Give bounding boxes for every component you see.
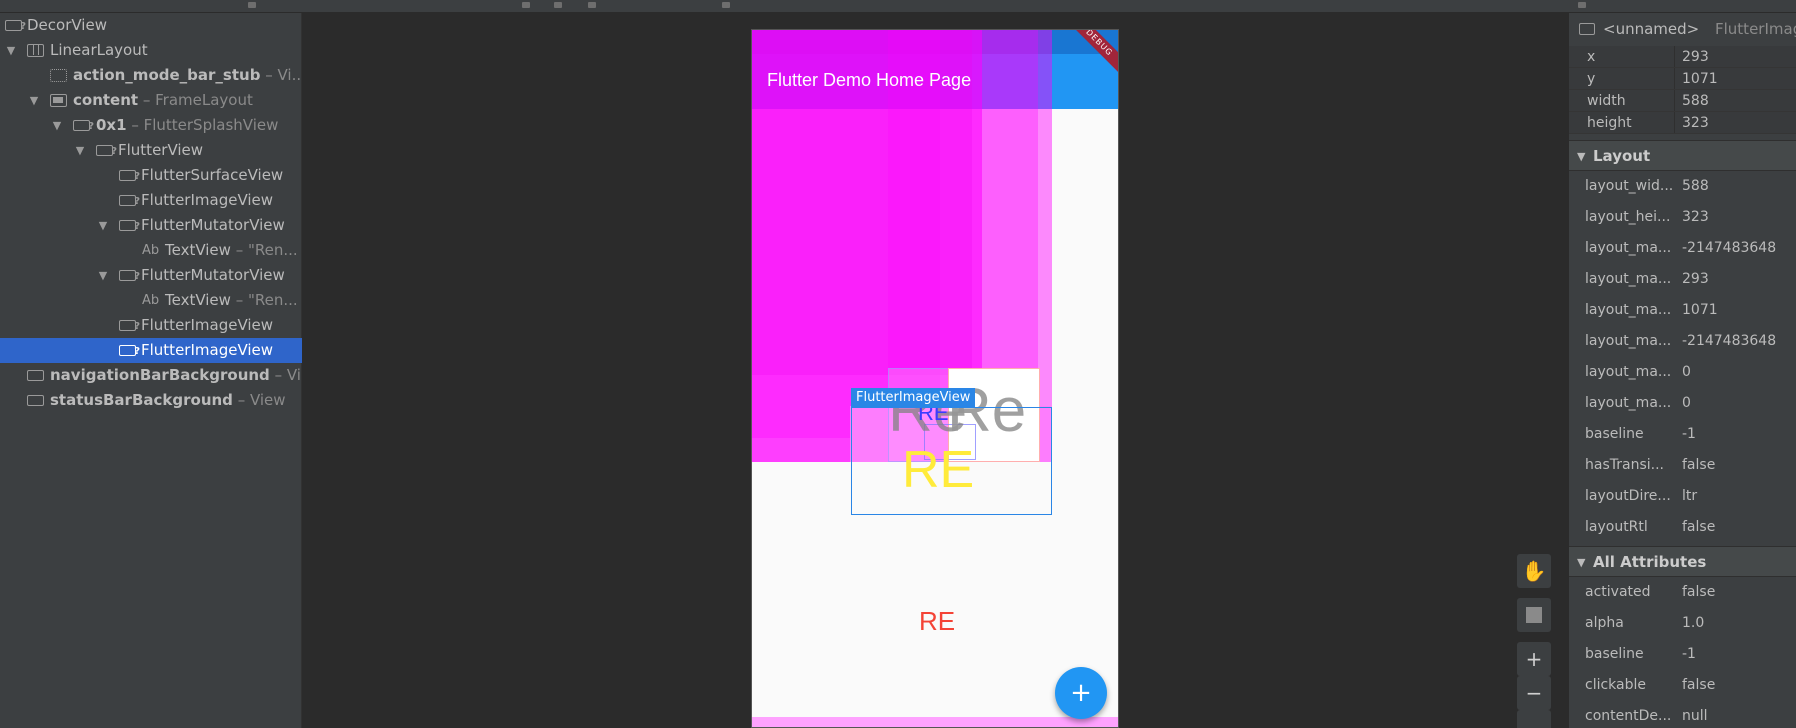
attr-row[interactable]: contentDe... null	[1569, 701, 1796, 728]
toolbar-icon[interactable]	[248, 2, 256, 8]
expand-arrow-icon[interactable]: ▼	[27, 88, 41, 113]
expand-arrow-icon[interactable]: ▼	[50, 113, 64, 138]
attr-row[interactable]: layoutRtl false	[1569, 512, 1796, 543]
attr-row[interactable]: hasTransi... false	[1569, 450, 1796, 481]
toolbar-icon[interactable]	[522, 2, 530, 8]
view-icon	[119, 320, 140, 332]
view-icon	[27, 395, 44, 406]
attr-row[interactable]: clickable false	[1569, 670, 1796, 701]
tree-item-flutter-mutator-view[interactable]: ▼ FlutterMutatorView	[0, 263, 302, 288]
tree-item-content[interactable]: ▼ content – FrameLayout	[0, 88, 302, 113]
zoom-in-button[interactable]: +	[1517, 642, 1551, 676]
view-stub-icon	[50, 69, 67, 82]
view-icon	[119, 195, 140, 207]
attr-row[interactable]: activated false	[1569, 577, 1796, 608]
toolbar-icon[interactable]	[722, 2, 730, 8]
attr-row[interactable]: layoutDire... ltr	[1569, 481, 1796, 512]
attr-row[interactable]: layout_ma... 0	[1569, 388, 1796, 419]
view-icon	[119, 270, 140, 282]
hand-icon: ✋	[1521, 559, 1547, 583]
attr-row[interactable]: layout_ma... -2147483648	[1569, 326, 1796, 357]
all-attributes-section-header[interactable]: ▼ All Attributes	[1569, 546, 1796, 577]
view-icon	[119, 220, 140, 232]
floating-action-button[interactable]: +	[1055, 667, 1107, 719]
fit-screen-button[interactable]	[1517, 710, 1551, 728]
attributes-panel: <unnamed> FlutterImag x 293 y 1071 width 58…	[1568, 13, 1796, 728]
text-view-icon: Ab	[142, 243, 160, 258]
view-icon	[119, 345, 140, 357]
tree-item-flutter-image-view-selected[interactable]: FlutterImageView	[0, 338, 302, 363]
tree-item-decorview[interactable]: DecorView	[0, 13, 302, 38]
layout-section-header[interactable]: ▼ Layout	[1569, 140, 1796, 171]
attr-row[interactable]: layout_ma... 293	[1569, 264, 1796, 295]
selection-label: FlutterImageView	[851, 388, 976, 408]
attributes-header: <unnamed> FlutterImag	[1569, 13, 1796, 45]
attr-row[interactable]: layout_ma... 0	[1569, 357, 1796, 388]
attr-row[interactable]: baseline -1	[1569, 639, 1796, 670]
tree-item-text-view[interactable]: Ab TextView – "Ren...	[0, 288, 302, 313]
linear-layout-icon	[27, 44, 44, 57]
tree-item-flutter-image-view[interactable]: FlutterImageView	[0, 313, 302, 338]
tree-item-flutter-splash-view[interactable]: ▼ 0x1 – FlutterSplashView	[0, 113, 302, 138]
attr-row[interactable]: layout_hei... 323	[1569, 202, 1796, 233]
attr-row[interactable]: alpha 1.0	[1569, 608, 1796, 639]
tree-item-flutter-view[interactable]: ▼ FlutterView	[0, 138, 302, 163]
attr-row[interactable]: width 588	[1569, 90, 1796, 112]
tree-item-text-view[interactable]: Ab TextView – "Ren...	[0, 238, 302, 263]
expand-arrow-icon[interactable]: ▼	[96, 213, 110, 238]
attr-row[interactable]: layout_wid... 588	[1569, 171, 1796, 202]
tree-item-flutter-surface-view[interactable]: FlutterSurfaceView	[0, 163, 302, 188]
plus-icon: +	[1525, 647, 1543, 671]
layout-inspector-window: { "tree": { "items": [ {"label": "DecorV…	[0, 0, 1796, 728]
app-title: Flutter Demo Home Page	[767, 70, 972, 90]
view-icon	[27, 370, 44, 381]
minus-icon: −	[1525, 681, 1543, 705]
view-icon	[119, 170, 140, 182]
tree-item-linearlayout[interactable]: ▼ LinearLayout	[0, 38, 302, 63]
tree-item-status-bar-background[interactable]: statusBarBackground – View	[0, 388, 302, 413]
top-toolbar	[0, 0, 1796, 13]
navigation-bar-overlay	[752, 717, 1118, 727]
zoom-out-button[interactable]: −	[1517, 676, 1551, 710]
selection-box[interactable]	[851, 407, 1052, 515]
device-screen[interactable]: Flutter Demo Home Page DEBUG Re Re RE RE…	[751, 29, 1119, 728]
expand-arrow-icon[interactable]: ▼	[73, 138, 87, 163]
view-icon	[5, 20, 26, 32]
component-tree: DecorView ▼ LinearLayout action_mode_bar…	[0, 13, 302, 728]
collapse-arrow-icon[interactable]: ▼	[1577, 547, 1585, 578]
tree-item-flutter-mutator-view[interactable]: ▼ FlutterMutatorView	[0, 213, 302, 238]
frame-layout-icon	[50, 94, 67, 107]
collapse-arrow-icon[interactable]: ▼	[1577, 141, 1585, 172]
text-view-icon: Ab	[142, 293, 160, 308]
toolbar-icon[interactable]	[588, 2, 596, 8]
text-re-red: RE	[919, 606, 956, 636]
expand-arrow-icon[interactable]: ▼	[96, 263, 110, 288]
attr-row[interactable]: height 323	[1569, 112, 1796, 134]
view-icon	[73, 120, 94, 132]
view-icon	[96, 145, 117, 157]
pan-tool-button[interactable]: ✋	[1517, 554, 1551, 588]
toolbar-icon[interactable]	[554, 2, 562, 8]
attr-row[interactable]: y 1071	[1569, 68, 1796, 90]
select-tool-button[interactable]	[1517, 598, 1551, 632]
device-preview-canvas[interactable]: Flutter Demo Home Page DEBUG Re Re RE RE…	[303, 13, 1568, 728]
tree-item-flutter-image-view[interactable]: FlutterImageView	[0, 188, 302, 213]
attr-row[interactable]: x 293	[1569, 46, 1796, 68]
tree-item-action-mode-bar-stub[interactable]: action_mode_bar_stub – Vi...	[0, 63, 302, 88]
attr-row[interactable]: layout_ma... -2147483648	[1569, 233, 1796, 264]
view-icon	[1579, 23, 1595, 35]
tree-item-navigation-bar-background[interactable]: navigationBarBackground – Vi...	[0, 363, 302, 388]
expand-arrow-icon[interactable]: ▼	[4, 38, 18, 63]
attr-row[interactable]: layout_ma... 1071	[1569, 295, 1796, 326]
toolbar-icon[interactable]	[1578, 2, 1586, 8]
attr-row[interactable]: baseline -1	[1569, 419, 1796, 450]
